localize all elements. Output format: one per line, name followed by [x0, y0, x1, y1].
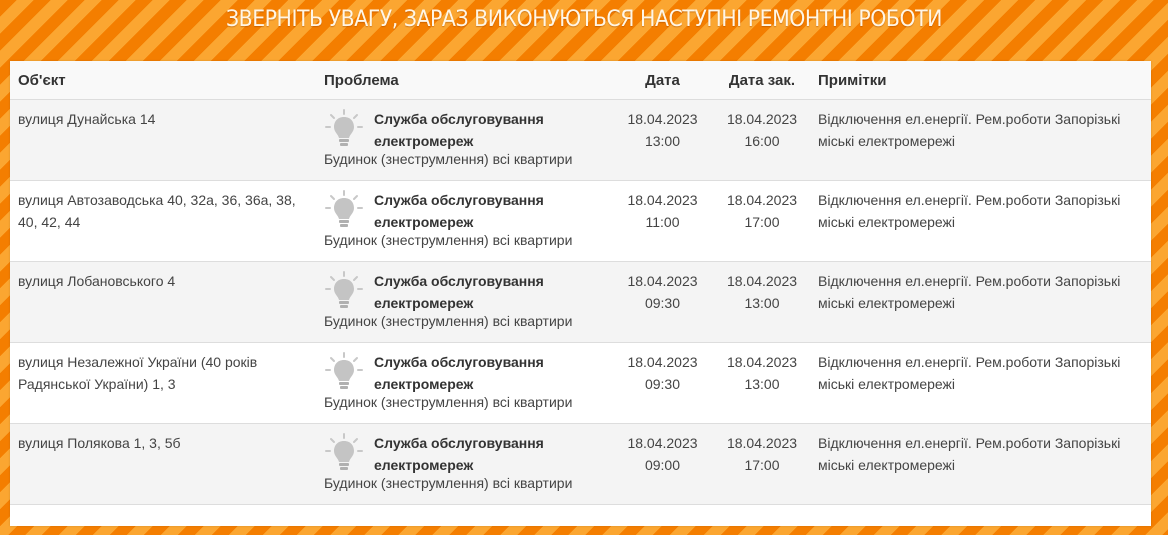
object-address: вулиця Полякова 1, 3, 5б: [18, 435, 181, 451]
header-notes[interactable]: Примітки: [810, 61, 1151, 100]
header-date-end[interactable]: Дата зак.: [714, 61, 810, 100]
object-cell: вулиця Дунайська 14: [10, 99, 316, 181]
service-name: Служба обслуговування електромереж: [374, 273, 544, 311]
object-address: вулиця Дунайська 14: [18, 111, 156, 127]
service-name: Служба обслуговування електромереж: [374, 192, 544, 230]
notes-cell: Відключення ел.енергії. Рем.роботи Запор…: [810, 99, 1151, 181]
date-end-cell: 18.04.2023 16:00: [714, 99, 810, 181]
lightbulb-icon: [324, 352, 364, 392]
service-name: Служба обслуговування електромереж: [374, 111, 544, 149]
lightbulb-icon: [324, 190, 364, 230]
header-problem[interactable]: Проблема: [316, 61, 611, 100]
start-date: 18.04.2023: [627, 192, 698, 208]
end-date: 18.04.2023: [726, 111, 798, 127]
object-cell: вулиця Полякова 1, 3, 5б: [10, 423, 316, 505]
date-cell: 18.04.2023 09:30: [611, 261, 714, 343]
date-end-cell: 18.04.2023 17:00: [714, 180, 810, 262]
notes-text: Відключення ел.енергії. Рем.роботи Запор…: [818, 273, 1121, 311]
date-end-cell: 18.04.2023 13:00: [714, 261, 810, 343]
end-date: 18.04.2023: [726, 192, 798, 208]
header-object[interactable]: Об'єкт: [10, 61, 316, 100]
lightbulb-icon: [324, 433, 364, 473]
problem-cell: Служба обслуговування електромереж Будин…: [316, 180, 611, 262]
outage-type: Будинок (знеструмлення) всі квартири: [324, 151, 573, 167]
lightbulb-icon: [324, 271, 364, 311]
notes-cell: Відключення ел.енергії. Рем.роботи Запор…: [810, 423, 1151, 505]
date-cell: 18.04.2023 09:30: [611, 342, 714, 424]
notes-cell: Відключення ел.енергії. Рем.роботи Запор…: [810, 342, 1151, 424]
object-address: вулиця Автозаводська 40, 32а, 36, 36а, 3…: [18, 192, 296, 230]
start-time: 13:00: [644, 133, 681, 149]
lightbulb-icon: [324, 109, 364, 149]
object-address: вулиця Лобановського 4: [18, 273, 176, 289]
repair-works-table: Об'єкт Проблема Дата Дата зак. Примітки …: [10, 61, 1151, 505]
header-date[interactable]: Дата: [611, 61, 714, 100]
end-time: 17:00: [744, 214, 780, 230]
date-cell: 18.04.2023 11:00: [611, 180, 714, 262]
object-cell: вулиця Незалежної України (40 років Радя…: [10, 342, 316, 424]
start-date: 18.04.2023: [627, 354, 698, 370]
end-time: 13:00: [744, 295, 780, 311]
date-end-cell: 18.04.2023 13:00: [714, 342, 810, 424]
table-row[interactable]: вулиця Полякова 1, 3, 5б Служба обслугов…: [10, 423, 1151, 505]
outage-type: Будинок (знеструмлення) всі квартири: [324, 313, 573, 329]
outage-type: Будинок (знеструмлення) всі квартири: [324, 232, 573, 248]
table-row[interactable]: вулиця Лобановського 4 Служба обслуговув…: [10, 261, 1151, 343]
end-date: 18.04.2023: [726, 435, 798, 451]
notes-text: Відключення ел.енергії. Рем.роботи Запор…: [818, 354, 1121, 392]
notes-cell: Відключення ел.енергії. Рем.роботи Запор…: [810, 180, 1151, 262]
start-time: 09:30: [644, 376, 681, 392]
start-date: 18.04.2023: [627, 435, 698, 451]
notes-cell: Відключення ел.енергії. Рем.роботи Запор…: [810, 261, 1151, 343]
problem-cell: Служба обслуговування електромереж Будин…: [316, 342, 611, 424]
page-title: ЗВЕРНІТЬ УВАГУ, ЗАРАЗ ВИКОНУЮТЬСЯ НАСТУП…: [225, 6, 943, 32]
end-time: 16:00: [744, 133, 780, 149]
end-date: 18.04.2023: [726, 354, 798, 370]
end-time: 17:00: [744, 457, 780, 473]
problem-cell: Служба обслуговування електромереж Будин…: [316, 423, 611, 505]
table-row[interactable]: вулиця Незалежної України (40 років Радя…: [10, 342, 1151, 424]
end-time: 13:00: [744, 376, 780, 392]
outage-type: Будинок (знеструмлення) всі квартири: [324, 475, 573, 491]
outage-type: Будинок (знеструмлення) всі квартири: [324, 394, 573, 410]
table-header-row: Об'єкт Проблема Дата Дата зак. Примітки: [10, 61, 1151, 100]
object-cell: вулиця Автозаводська 40, 32а, 36, 36а, 3…: [10, 180, 316, 262]
date-cell: 18.04.2023 13:00: [611, 99, 714, 181]
problem-cell: Служба обслуговування електромереж Будин…: [316, 261, 611, 343]
end-date: 18.04.2023: [726, 273, 798, 289]
notes-text: Відключення ел.енергії. Рем.роботи Запор…: [818, 111, 1121, 149]
start-time: 09:00: [644, 457, 681, 473]
table-row[interactable]: вулиця Автозаводська 40, 32а, 36, 36а, 3…: [10, 180, 1151, 262]
notes-text: Відключення ел.енергії. Рем.роботи Запор…: [818, 192, 1121, 230]
object-address: вулиця Незалежної України (40 років Радя…: [18, 354, 258, 392]
repair-works-panel: Об'єкт Проблема Дата Дата зак. Примітки …: [10, 61, 1151, 526]
start-time: 09:30: [644, 295, 681, 311]
start-date: 18.04.2023: [627, 273, 698, 289]
date-end-cell: 18.04.2023 17:00: [714, 423, 810, 505]
problem-cell: Служба обслуговування електромереж Будин…: [316, 99, 611, 181]
object-cell: вулиця Лобановського 4: [10, 261, 316, 343]
service-name: Служба обслуговування електромереж: [374, 354, 544, 392]
service-name: Служба обслуговування електромереж: [374, 435, 544, 473]
start-date: 18.04.2023: [627, 111, 698, 127]
date-cell: 18.04.2023 09:00: [611, 423, 714, 505]
start-time: 11:00: [645, 214, 680, 230]
table-row[interactable]: вулиця Дунайська 14 Служба обслуговуванн…: [10, 99, 1151, 181]
notes-text: Відключення ел.енергії. Рем.роботи Запор…: [818, 435, 1121, 473]
